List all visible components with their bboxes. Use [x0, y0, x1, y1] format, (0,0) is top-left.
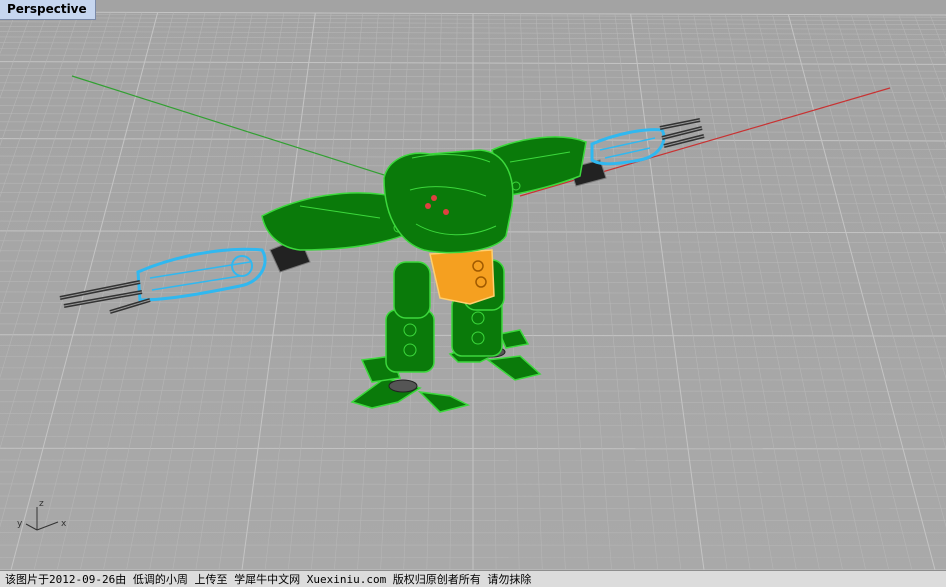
left-leg — [385, 261, 435, 373]
axis-widget: z x y — [17, 499, 67, 531]
torso — [383, 149, 514, 254]
pelvis-armor — [429, 249, 495, 305]
axis-widget-y-label: y — [17, 519, 23, 529]
status-bar: 该图片于2012-09-26由 低调的小周 上传至 学犀牛中文网 Xuexini… — [0, 570, 946, 587]
viewport-scene[interactable]: z x y — [0, 0, 946, 570]
viewport-title-tab[interactable]: Perspective — [0, 0, 96, 20]
perspective-viewport[interactable]: z x y Perspective — [0, 0, 946, 570]
axis-widget-z-label: z — [39, 499, 44, 509]
axis-widget-x-label: x — [61, 519, 67, 529]
